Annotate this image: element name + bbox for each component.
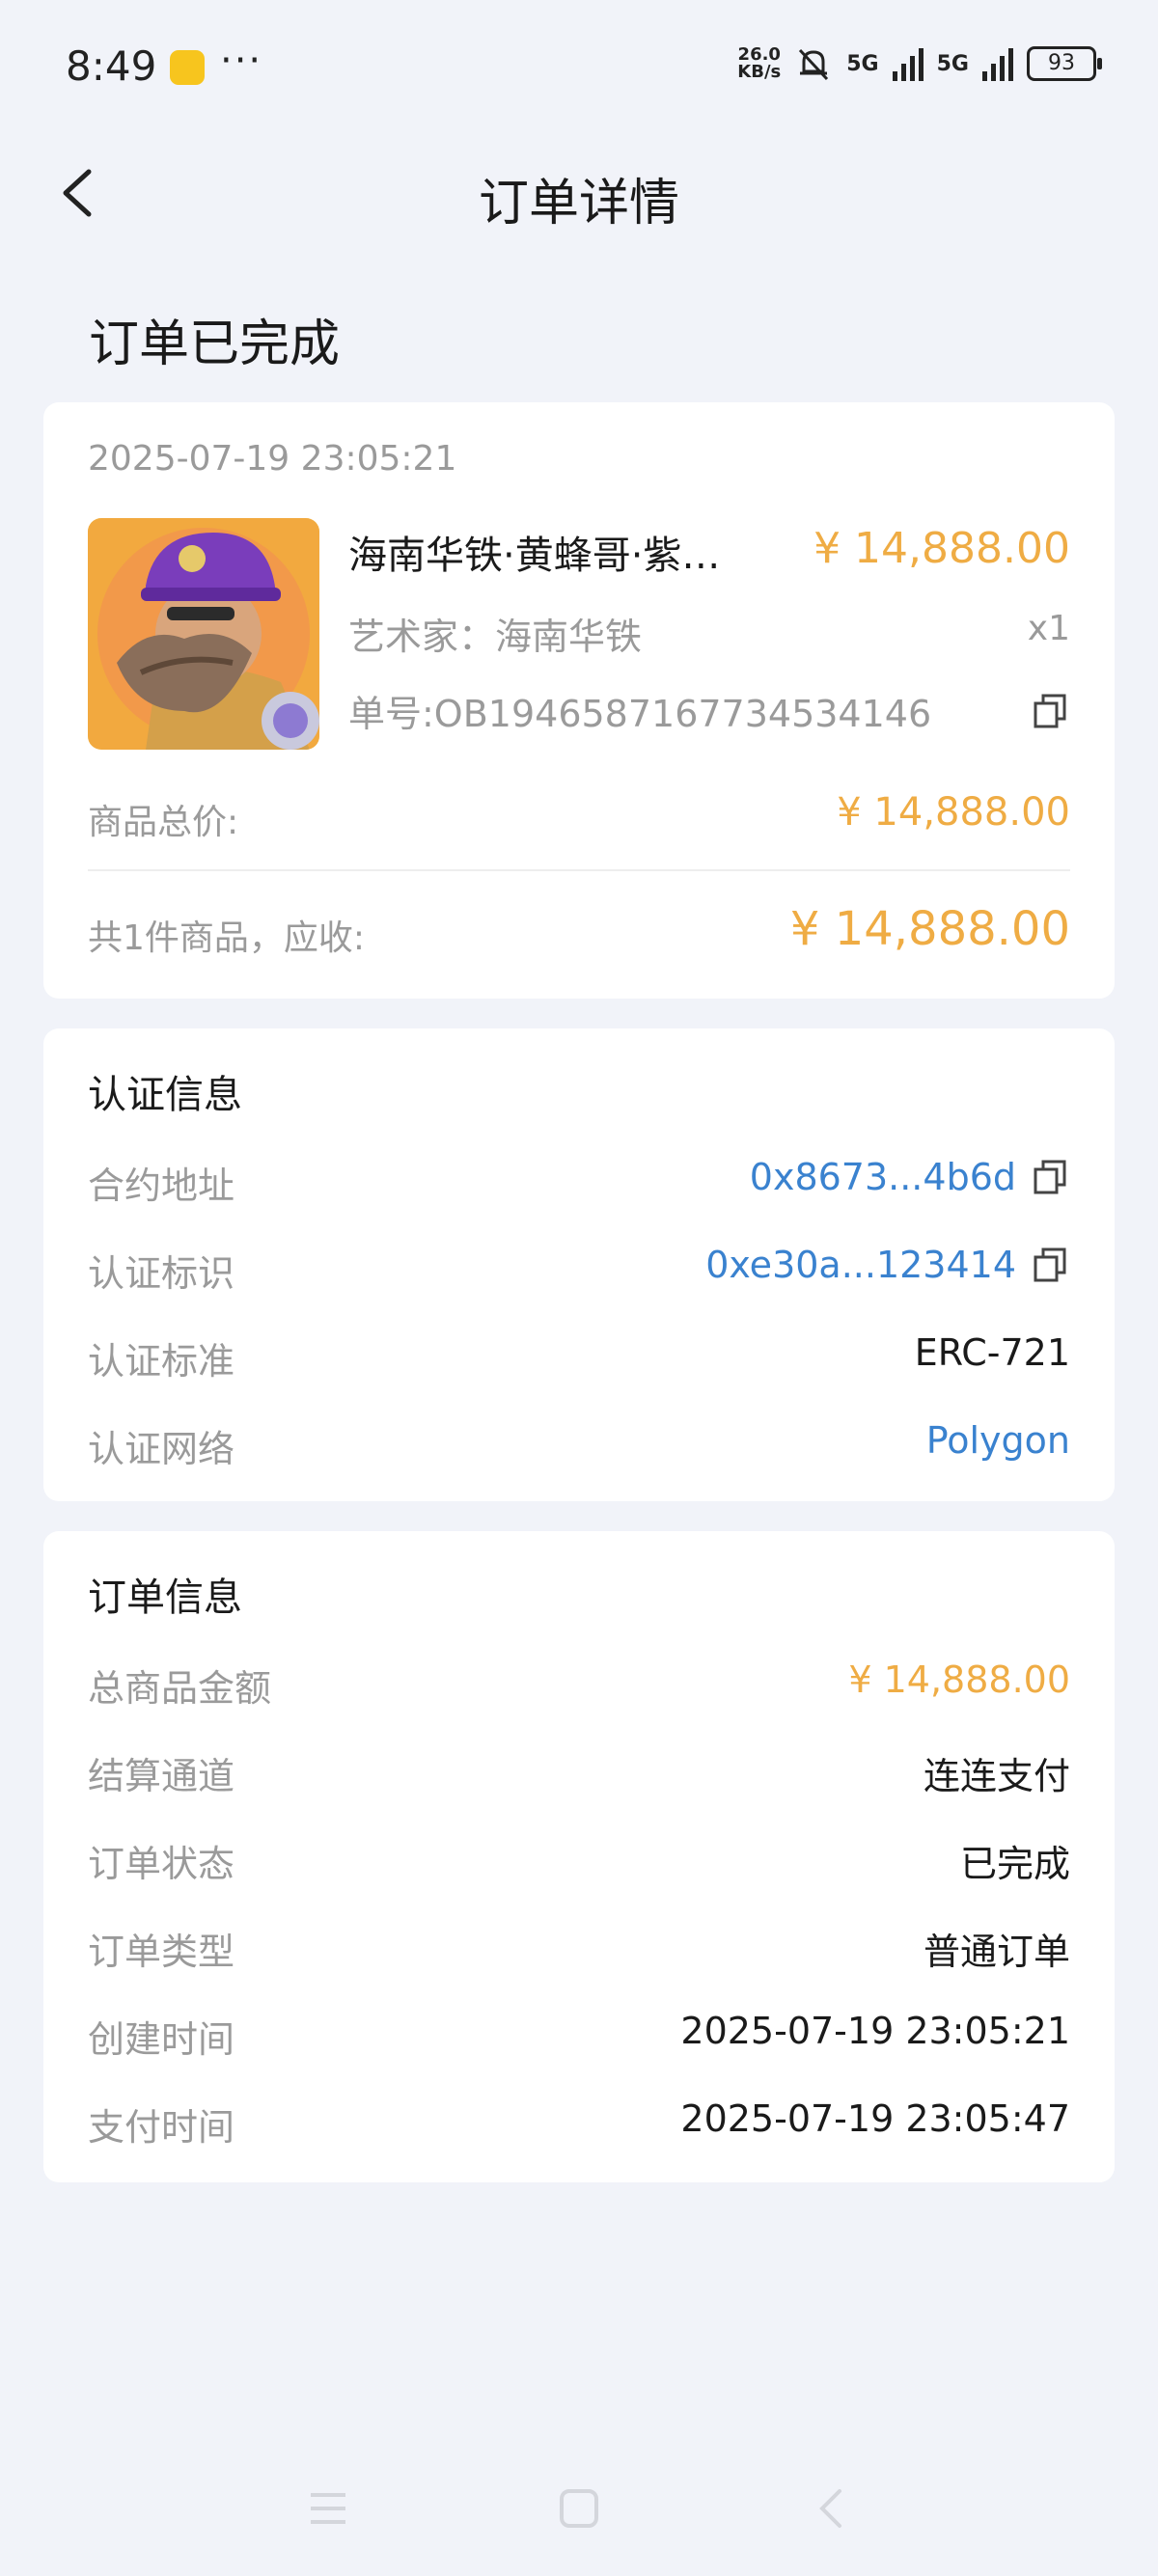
order-type-label: 订单类型 [88,1931,235,1973]
signal-bars-icon [892,48,924,81]
copy-icon [1034,1160,1066,1194]
app-notification-icon [170,50,205,85]
system-nav-bar [0,2470,1158,2547]
back-nav-icon[interactable] [811,2487,853,2530]
mute-bell-icon [799,48,829,81]
battery-icon: 93 [1027,46,1102,81]
copy-icon [1034,1247,1066,1282]
total-label: 共1件商品，应收: [88,918,366,958]
menu-icon[interactable] [307,2487,349,2530]
token-standard-label: 认证标准 [88,1340,235,1383]
total-amount-label: 总商品金额 [88,1667,272,1710]
page-title: 订单详情 [478,175,679,233]
copy-contract-address-button[interactable] [1032,1158,1070,1196]
status-indicators: 26.0 KB/s 5G 5G 93 [737,44,1102,83]
order-status-heading: 订单已完成 [89,315,341,373]
product-card: 2025-07-19 23:05:21 海南华铁·黄蜂哥·紫… ¥ 14,888… [43,402,1115,999]
product-name: 海南华铁·黄蜂哥·紫… [348,534,721,578]
order-timestamp: 2025-07-19 23:05:21 [88,439,457,479]
divider [88,869,1070,871]
created-time-label: 创建时间 [88,2018,235,2061]
contract-address-label: 合约地址 [88,1165,235,1207]
product-quantity: x1 [1027,609,1070,648]
product-artist: 艺术家：海南华铁 [348,616,643,658]
token-id-label: 认证标识 [88,1252,235,1295]
paid-time-label: 支付时间 [88,2106,235,2149]
paid-time-value: 2025-07-19 23:05:47 [680,2097,1070,2140]
signal-5g-1: 5G [846,51,879,76]
order-state-value: 已完成 [959,1843,1070,1885]
token-standard-value: ERC-721 [914,1331,1070,1374]
network-value[interactable]: Polygon [926,1419,1070,1462]
copy-icon [1034,694,1066,728]
signal-bars-icon-2 [982,48,1013,81]
order-info-card: 订单信息 总商品金额 ¥ 14,888.00 结算通道 连连支付 订单状态 已完… [43,1531,1115,2182]
subtotal-value: ¥ 14,888.00 [837,790,1070,835]
subtotal-label: 商品总价: [88,803,239,842]
status-time: 8:49 [66,42,157,90]
product-image[interactable] [88,518,319,750]
created-time-value: 2025-07-19 23:05:21 [680,2010,1070,2052]
home-icon[interactable] [558,2487,600,2530]
auth-info-card: 认证信息 合约地址 0x8673...4b6d 认证标识 0xe30a...12… [43,1028,1115,1501]
network-label: 认证网络 [88,1428,235,1470]
order-info-title: 订单信息 [88,1576,242,1620]
product-price: ¥ 14,888.00 [813,524,1070,573]
total-amount-value: ¥ 14,888.00 [848,1658,1070,1701]
hornet-character-image [88,518,319,750]
copy-token-id-button[interactable] [1032,1246,1070,1284]
copy-order-number-button[interactable] [1032,692,1070,730]
order-state-label: 订单状态 [88,1843,235,1885]
payment-channel-label: 结算通道 [88,1755,235,1797]
signal-5g-2: 5G [936,51,969,76]
more-notifications-icon: ··· [220,39,263,83]
token-id-value[interactable]: 0xe30a...123414 [705,1244,1016,1286]
total-value: ¥ 14,888.00 [789,902,1070,956]
auth-info-title: 认证信息 [88,1073,242,1117]
payment-channel-value: 连连支付 [923,1755,1070,1797]
status-bar: 8:49 ··· 26.0 KB/s 5G 5G 93 [0,0,1158,135]
order-number: 单号:OB1946587167734534146 [348,693,932,735]
nav-bar: 订单详情 [0,145,1158,241]
network-speed: 26.0 KB/s [737,44,782,82]
contract-address-value[interactable]: 0x8673...4b6d [750,1156,1016,1198]
order-type-value: 普通订单 [923,1931,1070,1973]
